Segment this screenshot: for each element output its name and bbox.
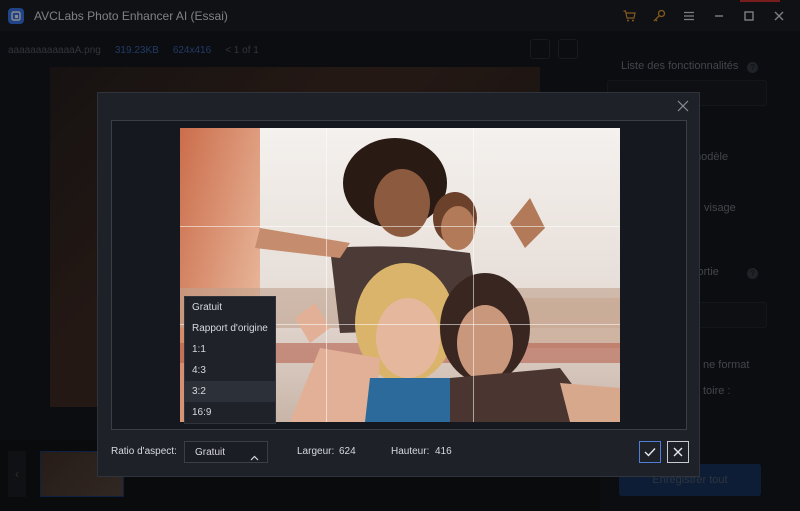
cancel-crop-button[interactable]	[667, 441, 689, 463]
ratio-dropdown-menu: Gratuit Rapport d'origine 1:1 4:3 3:2 16…	[184, 296, 276, 424]
ratio-option-4-3[interactable]: 4:3	[185, 360, 275, 381]
ratio-option-free[interactable]: Gratuit	[185, 297, 275, 318]
grid-line	[473, 128, 474, 422]
confirm-crop-button[interactable]	[639, 441, 661, 463]
crop-footer: Ratio d'aspect: Gratuit Largeur: 624 Hau…	[98, 441, 701, 465]
ratio-label: Ratio d'aspect:	[111, 446, 177, 457]
crop-dialog: Gratuit Rapport d'origine 1:1 4:3 3:2 16…	[97, 92, 700, 477]
close-icon	[673, 447, 683, 457]
checkmark-icon	[644, 448, 656, 457]
ratio-option-1-1[interactable]: 1:1	[185, 339, 275, 360]
width-label: Largeur:	[297, 446, 335, 457]
ratio-selected-value: Gratuit	[195, 447, 226, 458]
dialog-close-icon[interactable]	[676, 99, 690, 113]
height-value: 416	[435, 446, 452, 457]
height-label: Hauteur:	[391, 446, 430, 457]
width-value: 624	[339, 446, 356, 457]
ratio-option-3-2[interactable]: 3:2	[185, 381, 275, 402]
ratio-option-16-9[interactable]: 16:9	[185, 402, 275, 423]
ratio-select[interactable]: Gratuit	[184, 441, 268, 463]
chevron-up-icon	[250, 448, 259, 466]
ratio-option-original[interactable]: Rapport d'origine	[185, 318, 275, 339]
grid-line	[180, 226, 620, 227]
app-window: AVCLabs Photo Enhancer AI (Essai) aaaaaa…	[0, 0, 800, 511]
grid-line	[326, 128, 327, 422]
